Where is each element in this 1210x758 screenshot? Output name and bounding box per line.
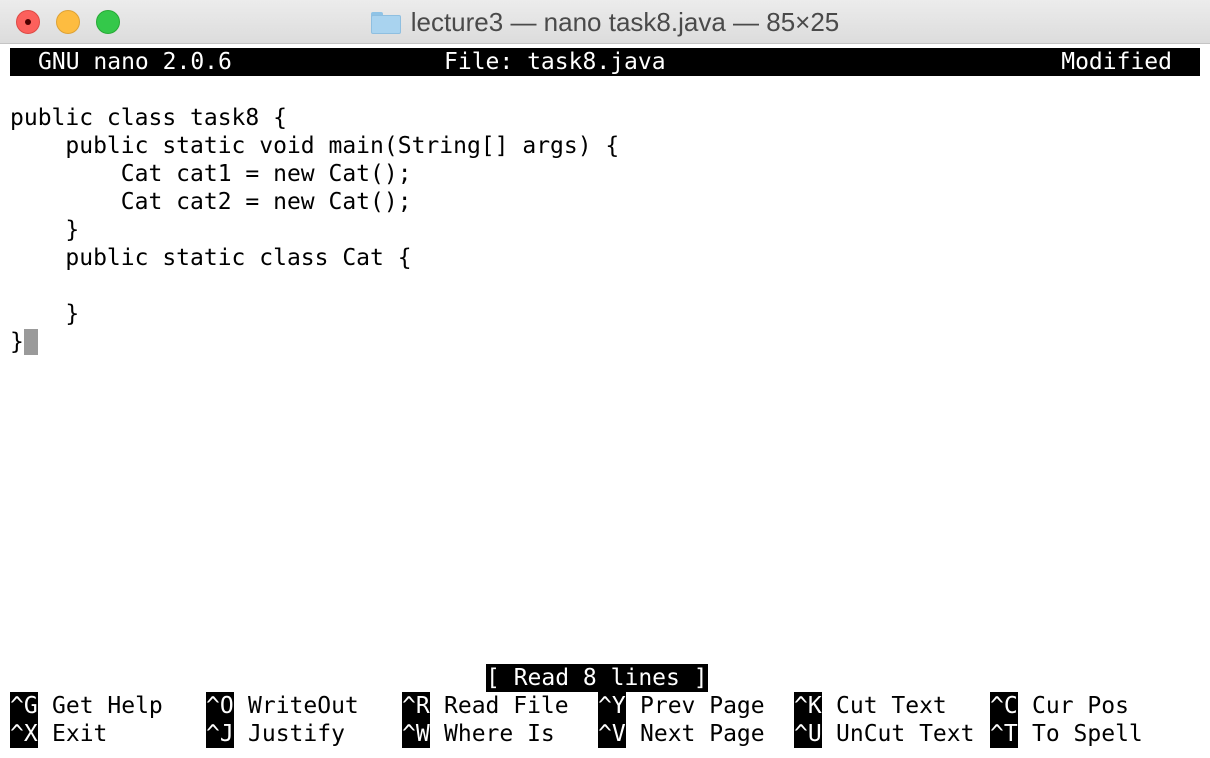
code-line-4[interactable]: Cat cat2 = new Cat(); bbox=[10, 188, 412, 216]
shortcut-key: ^R bbox=[402, 692, 430, 720]
shortcut-exit[interactable]: ^X Exit bbox=[10, 720, 107, 748]
window-title: lecture3 — nano task8.java — 85×25 bbox=[410, 6, 840, 37]
shortcut-label: Get Help bbox=[52, 693, 163, 719]
code-line-9-text: } bbox=[10, 329, 24, 355]
terminal-content[interactable]: GNU nano 2.0.6 File: task8.java Modified… bbox=[10, 48, 1200, 754]
shortcut-label: UnCut Text bbox=[836, 721, 975, 747]
shortcut-uncut-text[interactable]: ^U UnCut Text bbox=[794, 720, 974, 748]
shortcut-key: ^T bbox=[990, 720, 1018, 748]
shortcut-to-spell[interactable]: ^T To Spell bbox=[990, 720, 1143, 748]
shortcut-key: ^X bbox=[10, 720, 38, 748]
shortcut-cur-pos[interactable]: ^C Cur Pos bbox=[990, 692, 1129, 720]
code-line-8[interactable]: } bbox=[10, 300, 79, 328]
shortcut-cut-text[interactable]: ^K Cut Text bbox=[794, 692, 947, 720]
code-line-3[interactable]: Cat cat1 = new Cat(); bbox=[10, 160, 412, 188]
window-title-container: lecture3 — nano task8.java — 85×25 bbox=[0, 0, 1210, 44]
shortcut-label: To Spell bbox=[1032, 721, 1143, 747]
shortcut-key: ^V bbox=[598, 720, 626, 748]
shortcut-label: Next Page bbox=[640, 721, 765, 747]
nano-file-name: File: task8.java bbox=[444, 49, 666, 75]
shortcut-key: ^U bbox=[794, 720, 822, 748]
status-message: [ Read 8 lines ] bbox=[486, 664, 708, 692]
shortcut-label: Cut Text bbox=[836, 693, 947, 719]
shortcut-key: ^G bbox=[10, 692, 38, 720]
shortcut-key: ^C bbox=[990, 692, 1018, 720]
nano-modified-status: Modified bbox=[1061, 49, 1172, 75]
code-line-5[interactable]: } bbox=[10, 216, 79, 244]
shortcut-writeout[interactable]: ^O WriteOut bbox=[206, 692, 359, 720]
code-line-2[interactable]: public static void main(String[] args) { bbox=[10, 132, 619, 160]
nano-header-bar: GNU nano 2.0.6 File: task8.java Modified bbox=[10, 48, 1200, 76]
folder-icon bbox=[370, 12, 401, 34]
shortcut-key: ^K bbox=[794, 692, 822, 720]
shortcut-key: ^O bbox=[206, 692, 234, 720]
shortcut-next-page[interactable]: ^V Next Page bbox=[598, 720, 765, 748]
shortcut-prev-page[interactable]: ^Y Prev Page bbox=[598, 692, 765, 720]
text-cursor bbox=[23, 329, 38, 355]
shortcut-read-file[interactable]: ^R Read File bbox=[402, 692, 569, 720]
terminal-window: lecture3 — nano task8.java — 85×25 GNU n… bbox=[0, 0, 1210, 758]
shortcut-label: Cur Pos bbox=[1032, 693, 1129, 719]
shortcut-key: ^J bbox=[206, 720, 234, 748]
shortcut-label: Read File bbox=[444, 693, 569, 719]
shortcut-justify[interactable]: ^J Justify bbox=[206, 720, 345, 748]
shortcut-label: Justify bbox=[248, 721, 345, 747]
shortcut-where-is[interactable]: ^W Where Is bbox=[402, 720, 555, 748]
code-line-6[interactable]: public static class Cat { bbox=[10, 244, 411, 272]
code-line-9[interactable]: } bbox=[10, 328, 38, 356]
code-line-1[interactable]: public class task8 { bbox=[10, 104, 287, 132]
shortcut-key: ^W bbox=[402, 720, 430, 748]
title-bar[interactable]: lecture3 — nano task8.java — 85×25 bbox=[0, 0, 1210, 44]
shortcut-get-help[interactable]: ^G Get Help bbox=[10, 692, 163, 720]
shortcut-label: WriteOut bbox=[248, 693, 359, 719]
shortcut-label: Where Is bbox=[444, 721, 555, 747]
shortcut-key: ^Y bbox=[598, 692, 626, 720]
shortcut-label: Exit bbox=[52, 721, 108, 747]
shortcut-label: Prev Page bbox=[640, 693, 765, 719]
nano-version: GNU nano 2.0.6 bbox=[38, 49, 232, 75]
